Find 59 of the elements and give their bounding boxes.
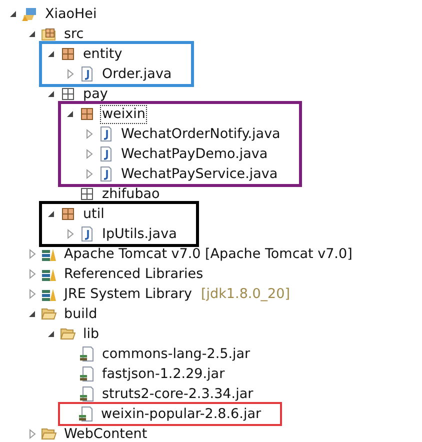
tree-item[interactable]: Referenced Libraries — [63, 266, 204, 282]
jar-file-icon — [79, 386, 95, 402]
tree-item[interactable]: IpUtils.java — [101, 226, 178, 242]
tree-item[interactable]: JRE System Library — [63, 286, 194, 302]
tree-item[interactable]: struts2-core-2.3.34.jar — [101, 386, 254, 402]
collapse-arrow-icon[interactable] — [46, 209, 56, 219]
folder-icon — [41, 306, 57, 322]
java-file-icon — [98, 146, 114, 162]
tree-item[interactable]: weixin — [101, 106, 146, 122]
tree-item[interactable]: entity — [82, 46, 124, 62]
expand-arrow-icon[interactable] — [27, 269, 37, 279]
java-file-icon — [79, 226, 95, 242]
tree-item[interactable]: src — [63, 26, 85, 42]
tree-item[interactable]: WechatOrderNotify.java — [120, 126, 282, 142]
collapse-arrow-icon[interactable] — [65, 109, 75, 119]
java-file-icon — [98, 126, 114, 142]
folder-icon — [60, 326, 76, 342]
jar-file-icon — [78, 406, 94, 422]
tree-item[interactable]: pay — [82, 86, 109, 102]
package-icon — [60, 46, 76, 62]
source-folder-icon — [41, 26, 57, 42]
tree-item[interactable]: build — [63, 306, 98, 322]
tree-item[interactable]: commons-lang-2.5.jar — [101, 346, 252, 362]
project-icon — [22, 6, 38, 22]
tree-item[interactable]: WechatPayService.java — [120, 166, 279, 182]
expand-arrow-icon[interactable] — [84, 149, 94, 159]
collapse-arrow-icon[interactable] — [46, 89, 56, 99]
folder-icon — [41, 426, 57, 442]
collapse-arrow-icon[interactable] — [27, 309, 37, 319]
tree-item[interactable]: Order.java — [101, 66, 173, 82]
tree-item[interactable]: fastjson-1.2.29.jar — [101, 366, 226, 382]
expand-arrow-icon[interactable] — [27, 249, 37, 259]
tree-item[interactable]: WechatPayDemo.java — [120, 146, 269, 162]
collapse-arrow-icon[interactable] — [8, 9, 18, 19]
expand-arrow-icon[interactable] — [27, 429, 37, 439]
package-icon — [60, 206, 76, 222]
expand-arrow-icon[interactable] — [65, 229, 75, 239]
collapse-arrow-icon[interactable] — [46, 329, 56, 339]
tree-item[interactable]: Apache Tomcat v7.0 [Apache Tomcat v7.0] — [63, 246, 354, 262]
expand-arrow-icon[interactable] — [27, 289, 37, 299]
java-file-icon — [98, 166, 114, 182]
tree-item[interactable]: util — [82, 206, 106, 222]
expand-arrow-icon[interactable] — [84, 129, 94, 139]
java-file-icon — [79, 66, 95, 82]
empty-package-icon — [79, 186, 95, 202]
jar-file-icon — [79, 366, 95, 382]
collapse-arrow-icon[interactable] — [46, 49, 56, 59]
package-icon — [79, 106, 95, 122]
tree-item[interactable]: weixin-popular-2.8.6.jar — [100, 406, 262, 422]
empty-package-icon — [60, 86, 76, 102]
tree-item[interactable]: lib — [82, 326, 100, 342]
expand-arrow-icon[interactable] — [84, 169, 94, 179]
tree-item[interactable]: zhifubao — [101, 186, 161, 202]
collapse-arrow-icon[interactable] — [27, 29, 37, 39]
jar-file-icon — [79, 346, 95, 362]
jdk-version-label: [jdk1.8.0_20] — [201, 286, 290, 302]
tree-item[interactable]: XiaoHei — [44, 6, 98, 22]
expand-arrow-icon[interactable] — [65, 69, 75, 79]
tree-item[interactable]: WebContent — [63, 426, 148, 442]
